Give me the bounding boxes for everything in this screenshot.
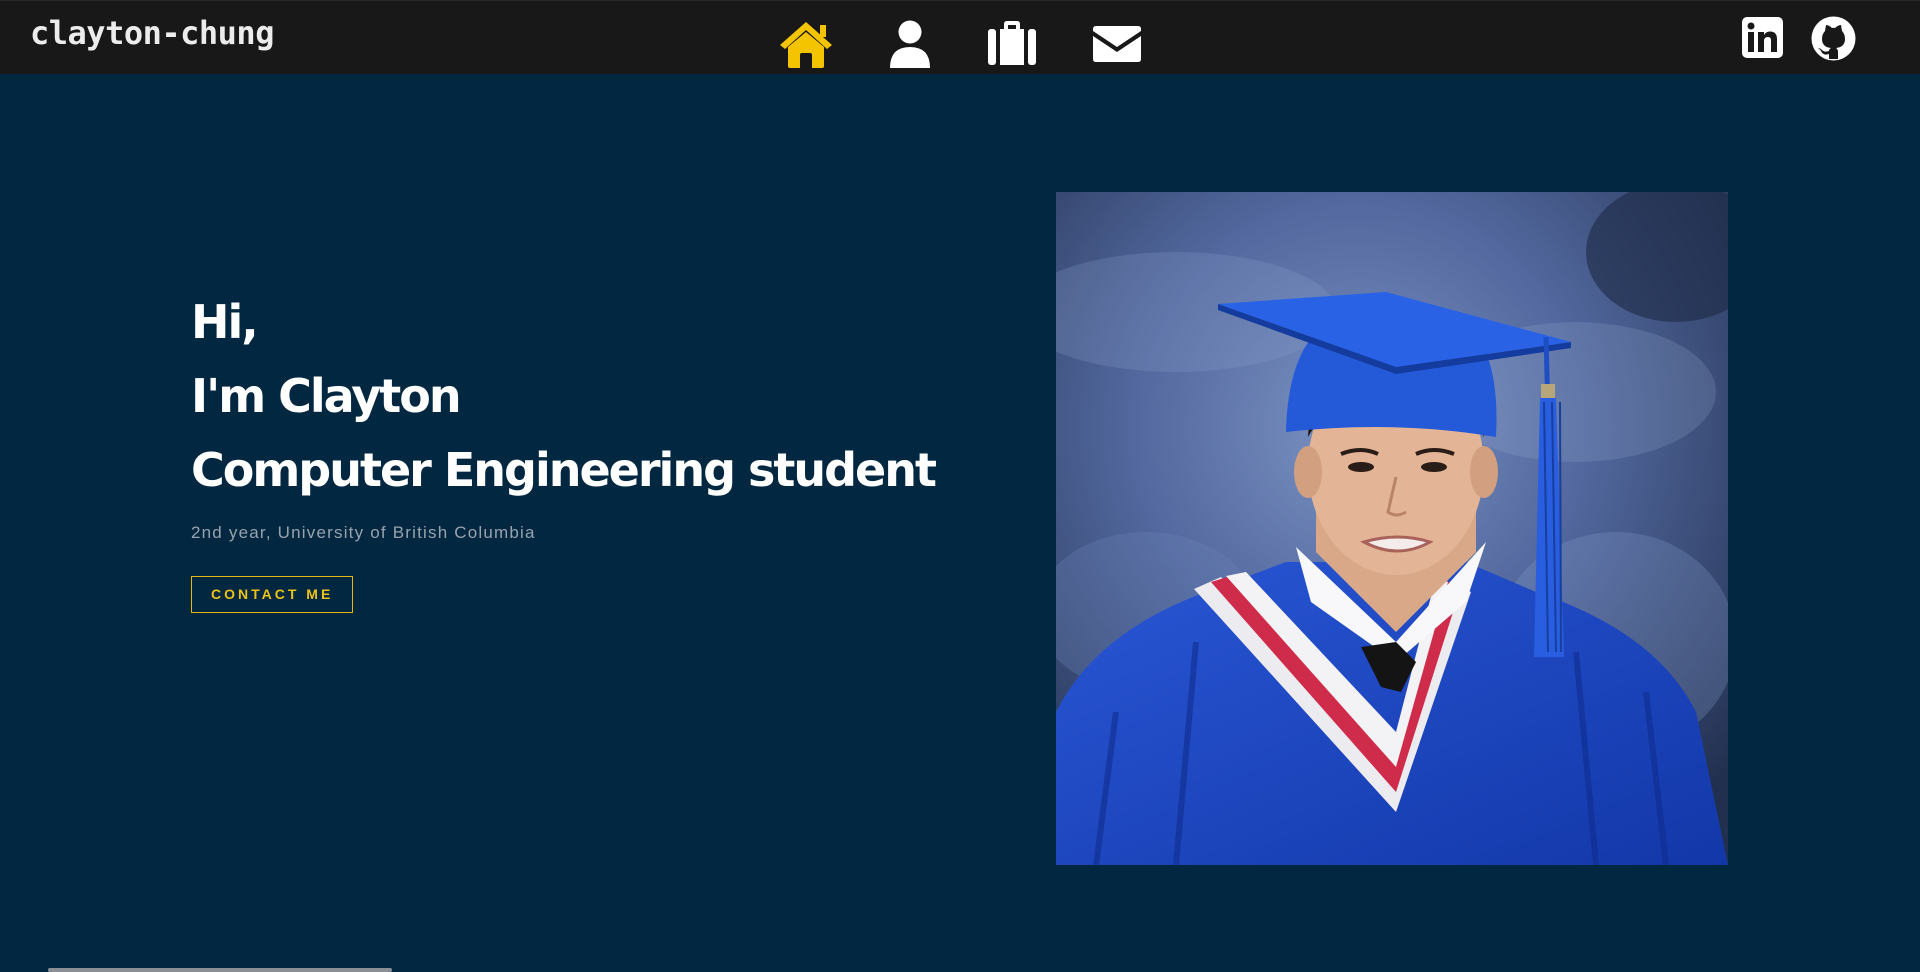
hero-text: Hi, I'm Clayton Computer Engineering stu… [191, 285, 937, 613]
linkedin-icon[interactable] [1742, 17, 1783, 58]
briefcase-icon[interactable] [988, 20, 1036, 66]
hero-subtitle: 2nd year, University of British Columbia [191, 523, 536, 542]
contact-me-button[interactable]: CONTACT ME [191, 576, 354, 613]
brand-logo[interactable]: clayton-chung [30, 14, 274, 52]
top-nav-bar: clayton-chung [0, 0, 1920, 74]
greeting-line: Hi, [191, 295, 259, 349]
user-icon[interactable] [888, 20, 932, 69]
profile-photo [1056, 192, 1728, 865]
home-icon[interactable] [778, 20, 834, 69]
horizontal-scrollbar[interactable] [48, 968, 392, 972]
github-icon[interactable] [1811, 16, 1856, 61]
name-line: I'm Clayton [191, 369, 462, 423]
role-line: Computer Engineering student [191, 443, 937, 497]
envelope-icon[interactable] [1093, 26, 1141, 62]
